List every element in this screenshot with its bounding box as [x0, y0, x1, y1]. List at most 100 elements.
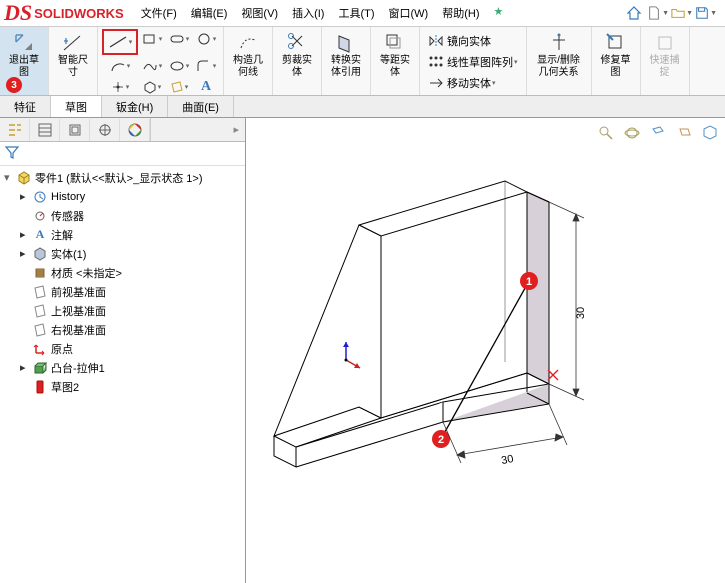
circle-tool-button[interactable]: ▾ [193, 29, 219, 49]
command-tabs: 特征 草图 钣金(H) 曲面(E) [0, 96, 725, 118]
tree-sensors[interactable]: 传感器 [0, 206, 245, 225]
tree-material[interactable]: 材质 <未指定> [0, 263, 245, 282]
tree-origin-label: 原点 [51, 341, 73, 357]
construction-geometry-button[interactable]: 构造几 何线 [228, 29, 268, 81]
tree-right-plane[interactable]: 右视基准面 [0, 320, 245, 339]
tree-solids[interactable]: ▸ 实体(1) [0, 244, 245, 263]
construction-geometry-icon [236, 31, 260, 55]
menu-help[interactable]: 帮助(H) [435, 2, 486, 24]
menu-window[interactable]: 窗口(W) [382, 2, 436, 24]
tree-annotations-label: 注解 [51, 227, 73, 243]
tree-origin[interactable]: 原点 [0, 339, 245, 358]
exit-sketch-label: 退出草 图 [9, 55, 39, 79]
construction-geometry-label: 构造几 何线 [233, 55, 263, 79]
panel-tab-appearance[interactable] [120, 119, 150, 141]
chevron-right-icon[interactable]: ▸ [20, 361, 32, 374]
tree-sketch2[interactable]: 草图2 [0, 377, 245, 396]
chevron-right-icon[interactable]: ▸ [233, 123, 239, 136]
tab-sketch[interactable]: 草图 [51, 96, 102, 117]
ellipse-tool-button[interactable]: ▾ [166, 56, 192, 76]
convert-button[interactable]: 转换实 体引用 [326, 29, 366, 81]
spline-tool-button[interactable]: ▾ [139, 56, 165, 76]
arc-tool-button[interactable]: ▾ [102, 56, 138, 76]
menu-file[interactable]: 文件(F) [134, 2, 184, 24]
menu-insert[interactable]: 插入(I) [285, 2, 331, 24]
sketch-icon [32, 379, 48, 395]
repair-icon [604, 31, 628, 55]
tree-sketch2-label: 草图2 [51, 379, 79, 395]
chevron-down-icon[interactable]: ▾ [4, 171, 16, 184]
filter-button[interactable] [4, 145, 20, 162]
tree-extrude1[interactable]: ▸ 凸台-拉伸1 [0, 358, 245, 377]
point-tool-button[interactable]: ▾ [102, 77, 138, 97]
repair-button[interactable]: 修复草 图 [596, 29, 636, 81]
trim-label: 剪裁实 体 [282, 55, 312, 79]
rapid-snap-label: 快速捕 捉 [650, 55, 680, 79]
chevron-right-icon[interactable]: ▸ [20, 190, 32, 203]
rapid-snap-button: 快速捕 捉 [645, 29, 685, 81]
tree-material-label: 材质 <未指定> [51, 265, 122, 281]
panel-tab-feature-tree[interactable] [0, 119, 30, 141]
extrude-icon [32, 360, 48, 376]
pattern-button[interactable]: 线性草图阵列▾ [426, 52, 520, 72]
tree-annotations[interactable]: ▸ A 注解 [0, 225, 245, 244]
logo: DS SOLIDWORKS [4, 0, 124, 26]
panel-tab-property[interactable] [30, 119, 60, 141]
plane-tool-button[interactable]: ▾ [166, 77, 192, 97]
sensor-icon [32, 208, 48, 224]
mirror-button[interactable]: 镜向实体 [426, 31, 520, 51]
history-icon [32, 189, 48, 205]
logo-text: SOLIDWORKS [34, 6, 124, 21]
polygon-tool-button[interactable]: ▾ [139, 77, 165, 97]
offset-button[interactable]: 等距实 体 [375, 29, 415, 81]
smart-dimension-button[interactable]: 智能尺 寸 [53, 29, 93, 81]
tree-root[interactable]: ▾ 零件1 (默认<<默认>_显示状态 1>) [0, 168, 245, 187]
menu-edit[interactable]: 编辑(E) [184, 2, 235, 24]
display-relations-button[interactable]: 显示/删除 几何关系 [531, 29, 587, 81]
tree-top-plane[interactable]: 上视基准面 [0, 301, 245, 320]
tree-right-plane-label: 右视基准面 [51, 322, 106, 338]
tree-history[interactable]: ▸ History [0, 187, 245, 206]
plane-icon [32, 322, 48, 338]
annotation-1-label: 1 [526, 276, 532, 288]
tree-extrude1-label: 凸台-拉伸1 [51, 360, 105, 376]
display-relations-icon [547, 31, 571, 55]
offset-icon [383, 31, 407, 55]
exit-sketch-button[interactable]: 退出草 图 [4, 29, 44, 81]
move-label: 移动实体 [447, 75, 491, 91]
convert-icon [334, 31, 358, 55]
move-button[interactable]: 移动实体▾ [426, 73, 520, 93]
tree-front-plane[interactable]: 前视基准面 [0, 282, 245, 301]
model-view: 软件自学网 WWW.RJZXW.COM [246, 118, 725, 583]
viewport[interactable]: 软件自学网 WWW.RJZXW.COM [246, 118, 725, 583]
plane-icon [32, 303, 48, 319]
fillet-tool-button[interactable]: ▾ [193, 56, 219, 76]
line-tool-button[interactable]: ▾ [102, 29, 138, 55]
rectangle-tool-button[interactable]: ▾ [139, 29, 165, 49]
panel-tab-dimxpert[interactable] [90, 119, 120, 141]
tree-history-label: History [51, 191, 85, 203]
save-icon[interactable]: ▼ [695, 2, 717, 24]
tab-surface[interactable]: 曲面(E) [168, 96, 234, 117]
text-tool-button[interactable]: A [193, 77, 219, 97]
tab-sheetmetal[interactable]: 钣金(H) [102, 96, 168, 117]
menu-view[interactable]: 视图(V) [234, 2, 285, 24]
logo-s-icon: DS [4, 0, 32, 26]
badge-3: 3 [6, 77, 22, 93]
tab-features[interactable]: 特征 [0, 96, 51, 117]
trim-button[interactable]: 剪裁实 体 [277, 29, 317, 81]
menu-tools[interactable]: 工具(T) [331, 2, 381, 24]
panel-tab-config[interactable] [60, 119, 90, 141]
chevron-right-icon[interactable]: ▸ [20, 228, 32, 241]
tree-solids-label: 实体(1) [51, 246, 86, 262]
tree-top-plane-label: 上视基准面 [51, 303, 106, 319]
convert-label: 转换实 体引用 [331, 55, 361, 79]
rapid-snap-icon [653, 31, 677, 55]
chevron-right-icon[interactable]: ▸ [20, 247, 32, 260]
home-icon[interactable] [623, 2, 645, 24]
new-doc-icon[interactable]: ▼ [647, 2, 669, 24]
menu-star[interactable]: ★ [487, 2, 511, 24]
slot-tool-button[interactable]: ▾ [166, 29, 192, 49]
open-icon[interactable]: ▼ [671, 2, 693, 24]
solid-body-icon [32, 246, 48, 262]
